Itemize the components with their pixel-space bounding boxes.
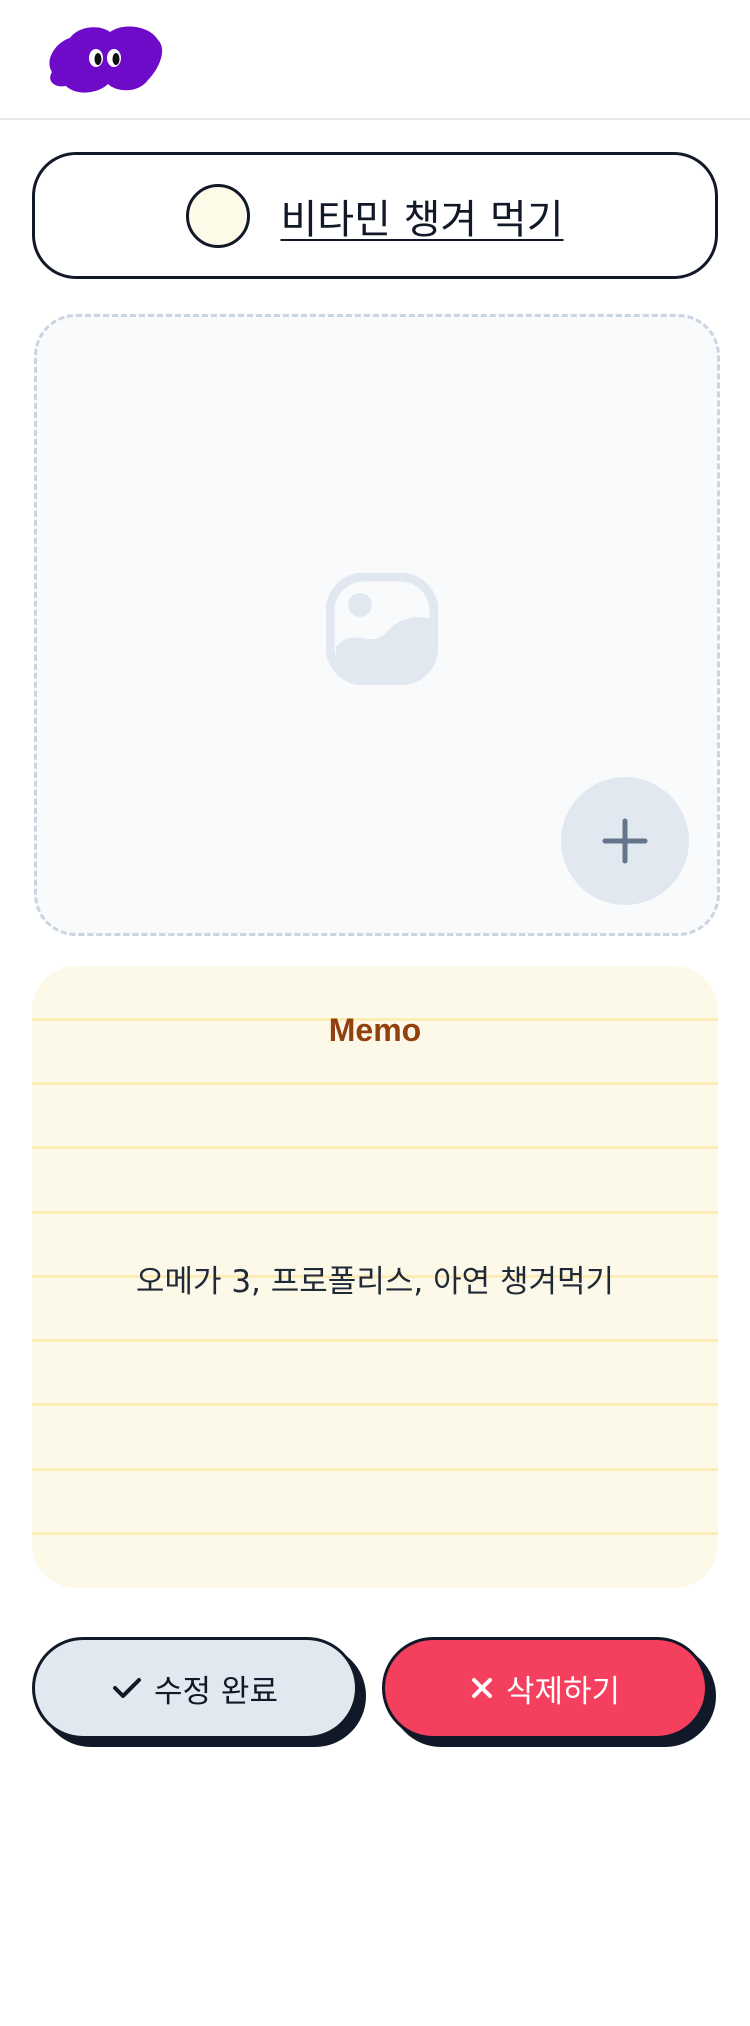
delete-button[interactable]: 삭제하기 [382,1637,708,1739]
task-complete-checkbox[interactable] [186,183,251,248]
memo-ruled-line [32,1146,718,1149]
memo-ruled-line [32,1082,718,1085]
delete-button-label: 삭제하기 [505,1673,621,1710]
app-header [0,0,750,120]
image-placeholder-icon [326,573,438,685]
logo-icon[interactable] [42,20,166,96]
task-title-card: 비타민 챙겨 먹기 [32,152,718,279]
task-title[interactable]: 비타민 챙겨 먹기 [280,187,563,245]
photo-upload-area[interactable] [34,314,720,936]
save-edit-button[interactable]: 수정 완료 [32,1637,358,1739]
memo-text[interactable]: 오메가 3, 프로폴리스, 아연 챙겨먹기 [32,1256,718,1301]
memo-card[interactable]: Memo 오메가 3, 프로폴리스, 아연 챙겨먹기 [32,966,718,1588]
add-photo-button[interactable] [561,777,689,905]
memo-ruled-line [32,1403,718,1406]
check-icon [113,1678,142,1698]
memo-label: Memo [328,1012,422,1048]
memo-ruled-line [32,1468,718,1471]
memo-ruled-line [32,1211,718,1214]
plus-icon [602,818,648,864]
save-button-label: 수정 완료 [154,1673,278,1710]
close-icon [471,1678,492,1698]
memo-ruled-line [32,1532,718,1535]
memo-ruled-line [32,1339,718,1342]
